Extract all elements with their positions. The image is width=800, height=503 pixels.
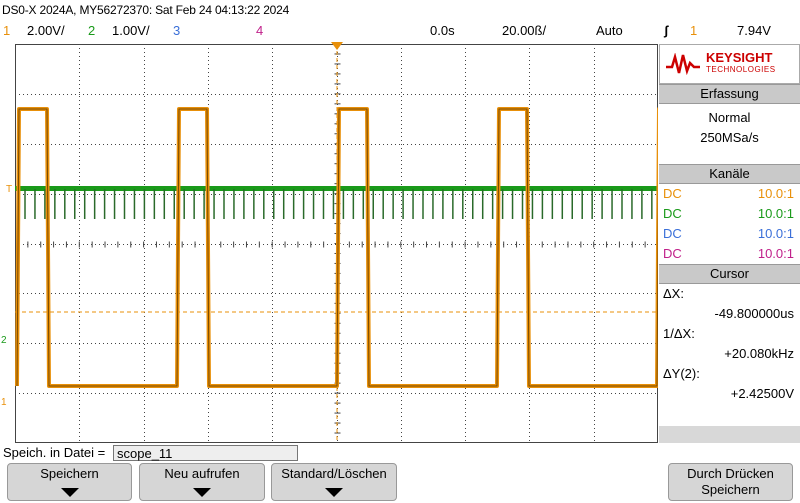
ch1-coupling: DC [663,186,682,201]
recall-softkey-label: Neu aufrufen [164,466,240,481]
waveform-display[interactable] [15,44,658,443]
trigger-level-marker[interactable]: T [6,185,12,195]
save-file-bar: Speich. in Datei = scope_11 [0,444,800,462]
default-erase-softkey-label: Standard/Löschen [281,466,387,481]
waveforms [15,44,658,443]
ch2-coupling: DC [663,206,682,221]
ch3-probe: 10.0:1 [757,226,794,241]
inverse-delta-x-value: +20.080kHz [724,346,794,361]
trigger-position-marker[interactable] [331,42,343,50]
sample-rate: 250MSa/s [700,130,759,145]
trigger-edge-icon: ʃ [664,23,669,38]
inverse-delta-x-label: 1/ΔX: [663,326,695,341]
keysight-wave-icon [666,53,700,75]
ch3-number[interactable]: 3 [173,20,180,42]
ch1-scale[interactable]: 2.00V/ [27,20,65,42]
ch2-scale[interactable]: 1.00V/ [112,20,150,42]
filename-field[interactable]: scope_11 [113,445,298,461]
channels-header[interactable]: Kanäle [659,164,800,184]
press-to-save-softkey[interactable]: Durch Drücken Speichern [668,463,793,501]
trigger-level[interactable]: 7.94V [737,20,771,42]
channel-row-4[interactable]: DC 10.0:1 [659,244,800,264]
save-softkey-label: Speichern [40,466,99,481]
cursor-readout: ΔX: -49.800000us 1/ΔX: +20.080kHz ΔY(2):… [659,284,800,426]
press-to-save-line1: Durch Drücken [687,466,774,481]
delta-y-value: +2.42500V [730,386,794,401]
time-scale[interactable]: 20.00ß/ [502,20,546,42]
channel-row-2[interactable]: DC 10.0:1 [659,204,800,224]
delta-y-label: ΔY(2): [663,366,700,381]
acquisition-mode: Normal [708,110,751,125]
channel-row-3[interactable]: DC 10.0:1 [659,224,800,244]
cursor-header[interactable]: Cursor [659,264,800,284]
acquisition-info: Normal 250MSa/s [659,104,800,164]
channel-row-1[interactable]: DC 10.0:1 [659,184,800,204]
logo-sub: TECHNOLOGIES [706,65,776,74]
save-softkey[interactable]: Speichern [7,463,132,501]
ch2-probe: 10.0:1 [757,206,794,221]
keysight-logo: KEYSIGHT TECHNOLOGIES [659,44,800,84]
recall-softkey[interactable]: Neu aufrufen [139,463,265,501]
channel-status-bar: 1 2.00V/ 2 1.00V/ 3 4 0.0s 20.00ß/ Auto … [0,20,800,42]
ch4-probe: 10.0:1 [757,246,794,261]
graticule-svg [15,44,658,443]
delta-x-label: ΔX: [663,286,684,301]
side-panel: KEYSIGHT TECHNOLOGIES Erfassung Normal 25… [659,44,800,443]
ch2-ground-marker[interactable]: 2 [1,336,7,346]
press-to-save-line2: Speichern [701,482,760,497]
ch1-ground-marker[interactable]: 1 [1,398,7,408]
trigger-mode[interactable]: Auto [596,20,623,42]
ch1-number[interactable]: 1 [3,20,10,42]
title-bar: DS0-X 2024A, MY56272370: Sat Feb 24 04:1… [2,3,290,17]
delta-x-value: -49.800000us [714,306,794,321]
ch4-number[interactable]: 4 [256,20,263,42]
save-file-label: Speich. in Datei = [3,445,106,460]
acquisition-header[interactable]: Erfassung [659,84,800,104]
down-arrow-icon [193,488,211,497]
ch4-coupling: DC [663,246,682,261]
ch3-coupling: DC [663,226,682,241]
down-arrow-icon [325,488,343,497]
logo-name: KEYSIGHT [706,50,773,65]
default-erase-softkey[interactable]: Standard/Löschen [271,463,397,501]
channels-list: DC 10.0:1 DC 10.0:1 DC 10.0:1 DC 10.0:1 [659,184,800,264]
time-offset[interactable]: 0.0s [430,20,455,42]
ch1-probe: 10.0:1 [757,186,794,201]
ch2-number[interactable]: 2 [88,20,95,42]
down-arrow-icon [60,488,79,497]
trigger-source[interactable]: 1 [690,20,697,42]
